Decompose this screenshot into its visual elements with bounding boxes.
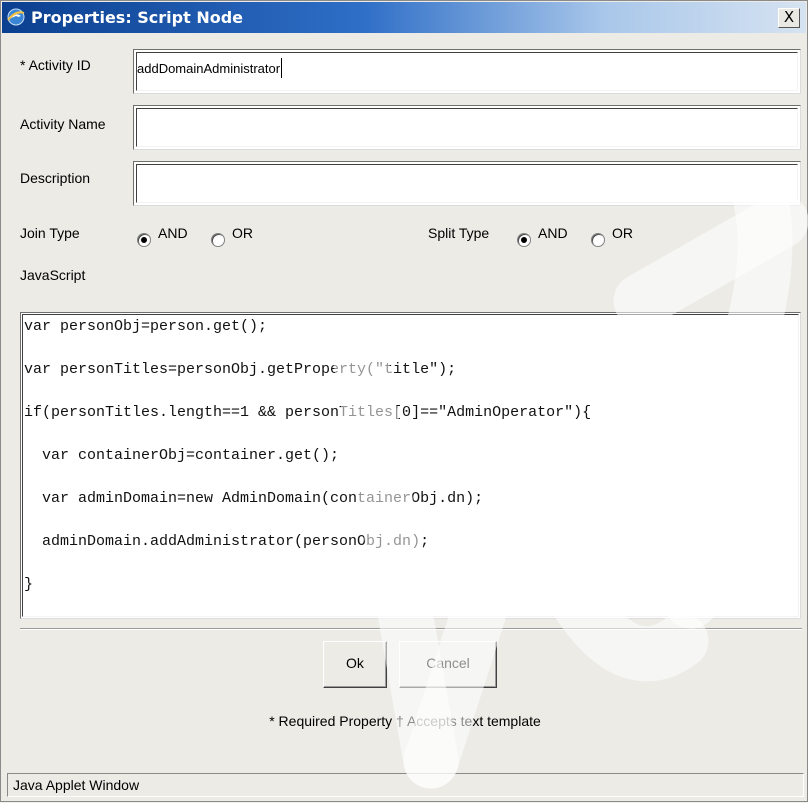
status-bar: Java Applet Window bbox=[7, 773, 804, 797]
join-type-or-label[interactable]: OR bbox=[232, 225, 253, 241]
code-line: var adminDomain=new AdminDomain(containe… bbox=[24, 490, 484, 507]
activity-id-value: addDomainAdministrator bbox=[137, 58, 283, 78]
properties-dialog: Properties: Script Node X * Activity ID … bbox=[0, 0, 808, 802]
code-line: var personObj=person.get(); bbox=[24, 318, 268, 335]
activity-name-input-bevel bbox=[136, 108, 798, 147]
code-line: var containerObj=container.get(); bbox=[24, 447, 340, 464]
javascript-editor-bevel bbox=[22, 314, 799, 617]
text-caret bbox=[281, 58, 283, 78]
divider bbox=[20, 628, 802, 630]
code-line: var personTitles=personObj.getProperty("… bbox=[24, 361, 457, 378]
javascript-editor[interactable]: var personObj=person.get(); var personTi… bbox=[20, 312, 801, 619]
join-type-or-radio[interactable] bbox=[211, 233, 225, 247]
join-type-and-label[interactable]: AND bbox=[158, 225, 188, 241]
status-bar-text: Java Applet Window bbox=[13, 777, 140, 793]
code-line: if(personTitles.length==1 && personTitle… bbox=[24, 404, 592, 421]
activity-name-label: Activity Name bbox=[20, 116, 106, 132]
description-input-bevel bbox=[136, 164, 798, 203]
cancel-button[interactable]: Cancel bbox=[399, 641, 497, 688]
ok-button[interactable]: Ok bbox=[323, 641, 387, 688]
activity-id-label: * Activity ID bbox=[20, 57, 91, 73]
split-type-or-label[interactable]: OR bbox=[612, 225, 633, 241]
ie-app-icon bbox=[7, 8, 25, 26]
split-type-or-radio[interactable] bbox=[591, 233, 605, 247]
activity-id-text: addDomainAdministrator bbox=[137, 61, 281, 76]
title-bar[interactable]: Properties: Script Node X bbox=[2, 2, 806, 33]
window-title: Properties: Script Node bbox=[31, 8, 244, 27]
split-type-label: Split Type bbox=[428, 225, 490, 241]
required-property-footnote: * Required Property † Accepts text templ… bbox=[269, 713, 541, 729]
activity-id-input[interactable]: addDomainAdministrator bbox=[133, 49, 801, 94]
description-input[interactable] bbox=[133, 161, 801, 206]
activity-name-input[interactable] bbox=[133, 105, 801, 150]
javascript-label: JavaScript bbox=[20, 267, 86, 283]
close-icon: X bbox=[783, 8, 795, 26]
split-type-and-radio[interactable] bbox=[517, 233, 531, 247]
split-type-and-label[interactable]: AND bbox=[538, 225, 568, 241]
close-button[interactable]: X bbox=[778, 8, 800, 28]
join-type-label: Join Type bbox=[20, 225, 80, 241]
code-line: adminDomain.addAdministrator(personObj.d… bbox=[24, 533, 430, 550]
code-line: } bbox=[24, 576, 34, 593]
join-type-and-radio[interactable] bbox=[137, 233, 151, 247]
description-label: Description bbox=[20, 170, 91, 186]
